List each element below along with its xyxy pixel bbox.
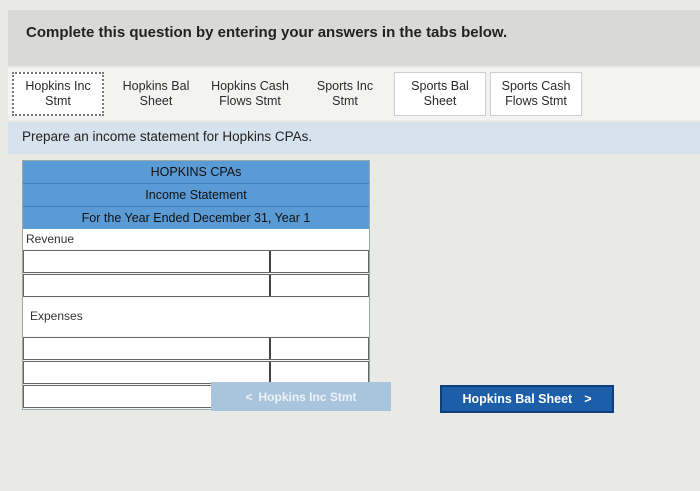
- tab-label-line1: Sports Inc: [316, 79, 374, 93]
- tab-label-line2: Flows Stmt: [505, 94, 567, 108]
- chevron-left-icon: <: [245, 389, 253, 404]
- revenue-amount-input-1[interactable]: [271, 251, 368, 272]
- tab-hopkins-bal-sheet[interactable]: Hopkins Bal Sheet: [110, 72, 202, 116]
- revenue-row-2: [23, 274, 369, 297]
- tab-bar: Hopkins Inc Stmt Hopkins Bal Sheet Hopkins…: [8, 68, 700, 120]
- tab-label-line2: Flows Stmt: [219, 94, 281, 108]
- statement-period: For the Year Ended December 31, Year 1: [23, 206, 369, 229]
- expense-amount-input-2[interactable]: [271, 362, 368, 383]
- previous-tab-button[interactable]: < Hopkins Inc Stmt: [211, 382, 391, 411]
- next-tab-button[interactable]: Hopkins Bal Sheet >: [440, 385, 614, 413]
- expense-account-input-2[interactable]: [24, 362, 269, 383]
- expenses-label: Expenses: [30, 309, 83, 323]
- tab-label-line1: Sports Bal: [411, 79, 469, 93]
- previous-tab-label: Hopkins Inc Stmt: [258, 389, 357, 404]
- tab-sports-bal-sheet[interactable]: Sports Bal Sheet: [394, 72, 486, 116]
- statement-title: Income Statement: [23, 183, 369, 206]
- instructions-text: Complete this question by entering your …: [26, 24, 508, 41]
- expense-row-2: [23, 361, 369, 384]
- tab-label-line2: Sheet: [139, 94, 173, 108]
- tab-sports-cash-flows-stmt[interactable]: Sports Cash Flows Stmt: [490, 72, 582, 116]
- prompt-text: Prepare an income statement for Hopkins …: [22, 129, 313, 144]
- tab-label-line2: Stmt: [45, 94, 71, 108]
- statement-header: HOPKINS CPAs Income Statement For the Ye…: [23, 161, 369, 229]
- company-name: HOPKINS CPAs: [150, 165, 242, 179]
- tab-label-line2: Sheet: [423, 94, 457, 108]
- tab-label-line1: Sports Cash: [501, 79, 571, 93]
- income-statement-form: HOPKINS CPAs Income Statement For the Ye…: [22, 160, 370, 410]
- tab-hopkins-inc-stmt[interactable]: Hopkins Inc Stmt: [12, 72, 104, 116]
- revenue-account-input-2[interactable]: [24, 275, 269, 296]
- tab-sports-inc-stmt[interactable]: Sports Inc Stmt: [300, 72, 390, 116]
- expense-account-input-1[interactable]: [24, 338, 269, 359]
- revenue-label: Revenue: [23, 229, 369, 249]
- prompt-bar: Prepare an income statement for Hopkins …: [8, 122, 700, 154]
- instructions-header: Complete this question by entering your …: [8, 10, 700, 66]
- tab-label-line1: Hopkins Bal: [122, 79, 190, 93]
- revenue-row-1: [23, 250, 369, 273]
- expense-row-1: [23, 337, 369, 360]
- expenses-section: Expenses: [23, 298, 369, 336]
- tab-label-line2: Stmt: [332, 94, 358, 108]
- tab-hopkins-cash-flows-stmt[interactable]: Hopkins Cash Flows Stmt: [204, 72, 296, 116]
- next-tab-label: Hopkins Bal Sheet: [462, 392, 573, 406]
- tab-label-line1: Hopkins Cash: [211, 79, 289, 93]
- revenue-amount-input-2[interactable]: [271, 275, 368, 296]
- tab-label-line1: Hopkins Inc: [25, 79, 91, 93]
- expense-amount-input-1[interactable]: [271, 338, 368, 359]
- chevron-right-icon: >: [584, 392, 592, 406]
- revenue-account-input-1[interactable]: [24, 251, 269, 272]
